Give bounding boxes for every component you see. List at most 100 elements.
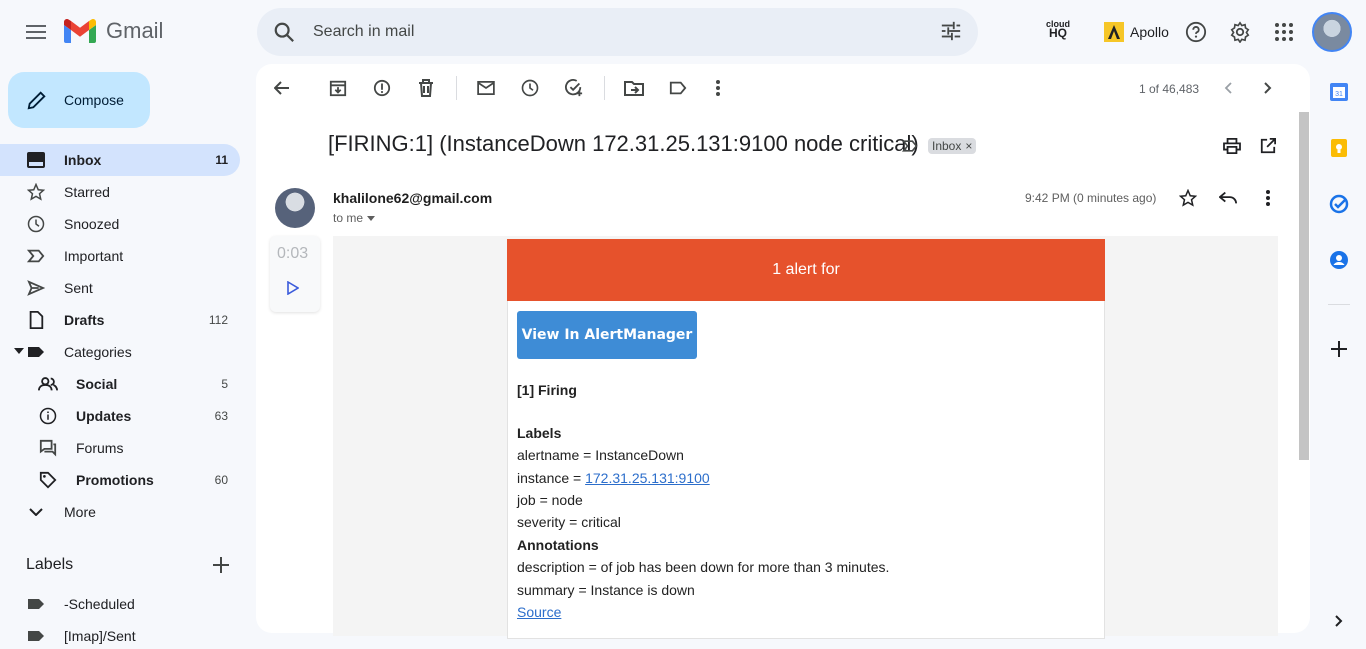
older-button[interactable]	[1258, 78, 1278, 98]
main-menu-button[interactable]	[18, 14, 54, 50]
delete-button[interactable]	[416, 78, 436, 98]
search-icon[interactable]	[273, 21, 295, 43]
severity-line: severity = critical	[517, 514, 621, 530]
sidebar-item-categories[interactable]: Categories	[0, 336, 240, 368]
sidebar-label-text: -Scheduled	[64, 596, 135, 612]
print-icon	[1223, 138, 1241, 154]
tasks-app-button[interactable]	[1326, 191, 1352, 217]
instance-prefix: instance =	[517, 470, 586, 486]
calendar-icon: 31	[1330, 83, 1348, 101]
gmail-logo[interactable]: Gmail	[64, 18, 163, 44]
newer-button[interactable]	[1218, 78, 1238, 98]
add-label-button[interactable]	[212, 556, 230, 574]
important-marker[interactable]	[902, 140, 918, 152]
calendar-app-button[interactable]: 31	[1326, 79, 1352, 105]
hamburger-icon	[26, 25, 46, 39]
get-addons-button[interactable]	[1326, 336, 1352, 362]
sidebar-item-promotions[interactable]: Promotions 60	[0, 464, 240, 496]
sidebar-item-social[interactable]: Social 5	[0, 368, 240, 400]
sidebar-item-label: More	[64, 504, 96, 520]
mark-unread-button[interactable]	[476, 78, 496, 98]
more-actions-button[interactable]	[708, 78, 728, 98]
sidebar-item-updates[interactable]: Updates 63	[0, 400, 240, 432]
sidebar-item-starred[interactable]: Starred	[0, 176, 240, 208]
star-button[interactable]	[1178, 188, 1198, 208]
sidebar-item-sent[interactable]: Sent	[0, 272, 240, 304]
settings-button[interactable]	[1226, 18, 1254, 46]
report-spam-button[interactable]	[372, 78, 392, 98]
instance-link[interactable]: 172.31.25.131:9100	[585, 470, 710, 486]
scrollbar-thumb[interactable]	[1299, 112, 1309, 460]
audio-player[interactable]: 0:03	[270, 236, 320, 312]
print-button[interactable]	[1222, 136, 1242, 156]
compose-label: Compose	[64, 92, 124, 108]
chevron-down-icon	[26, 502, 46, 522]
sidebar-item-label: Inbox	[64, 152, 102, 168]
compose-button[interactable]: Compose	[8, 72, 150, 128]
sidebar-item-label: Drafts	[64, 312, 105, 328]
cloudhq-button[interactable]: cloud HQ	[1046, 20, 1070, 40]
sender-avatar[interactable]	[275, 188, 315, 228]
drafts-count: 112	[208, 313, 228, 327]
apps-button[interactable]	[1270, 18, 1298, 46]
send-icon	[26, 278, 46, 298]
show-side-panel-button[interactable]	[1326, 608, 1352, 634]
add-to-tasks-button[interactable]	[564, 78, 584, 98]
pager-text: 1 of 46,483	[1139, 82, 1200, 96]
remove-label-icon[interactable]: ×	[965, 139, 972, 153]
sidebar-item-important[interactable]: Important	[0, 240, 240, 272]
pencil-icon	[27, 91, 46, 110]
search-bar[interactable]	[257, 8, 978, 56]
inbox-chip-label: Inbox	[932, 139, 962, 153]
help-button[interactable]	[1182, 18, 1210, 46]
sidebar-item-snoozed[interactable]: Snoozed	[0, 208, 240, 240]
star-icon	[1179, 189, 1197, 207]
sidebar-item-label: Starred	[64, 184, 110, 200]
back-button[interactable]	[272, 78, 292, 98]
labels-button[interactable]	[668, 78, 688, 98]
clock-icon	[521, 79, 539, 97]
inbox-label-chip[interactable]: Inbox ×	[928, 138, 977, 154]
sidebar-label-scheduled[interactable]: -Scheduled	[0, 588, 240, 620]
sidebar-item-more[interactable]: More	[0, 496, 240, 528]
sender-email[interactable]: khalilone62@gmail.com	[333, 190, 492, 206]
search-input[interactable]	[313, 23, 893, 41]
description-line: description = of job has been down for m…	[517, 559, 890, 575]
contacts-app-button[interactable]	[1326, 247, 1352, 273]
svg-text:31: 31	[1335, 91, 1343, 98]
apollo-button[interactable]: Apollo	[1104, 22, 1169, 42]
account-avatar[interactable]	[1312, 12, 1352, 52]
reply-button[interactable]	[1218, 188, 1238, 208]
more-vert-icon	[1266, 190, 1270, 206]
sidebar-item-label: Snoozed	[64, 216, 120, 232]
open-new-window-button[interactable]	[1258, 136, 1278, 156]
snooze-button[interactable]	[520, 78, 540, 98]
draft-icon	[26, 310, 46, 330]
updates-count: 63	[214, 409, 228, 423]
apps-grid-icon	[1275, 23, 1293, 41]
instance-line: instance = 172.31.25.131:9100	[517, 470, 710, 486]
important-icon	[26, 246, 46, 266]
caret-down-icon[interactable]	[14, 348, 24, 354]
keep-app-button[interactable]	[1326, 135, 1352, 161]
apollo-icon	[1104, 22, 1124, 42]
sidebar-label-imap-sent[interactable]: [Imap]/Sent	[0, 620, 240, 649]
label-icon	[26, 594, 46, 614]
view-alertmanager-button[interactable]: View In AlertManager	[517, 311, 697, 359]
mail-icon	[477, 81, 495, 95]
toolbar-divider	[604, 76, 605, 100]
sidebar-item-forums[interactable]: Forums	[0, 432, 240, 464]
info-icon	[38, 406, 58, 426]
move-to-button[interactable]	[624, 78, 644, 98]
search-options-icon[interactable]	[940, 20, 962, 42]
sidebar-item-drafts[interactable]: Drafts 112	[0, 304, 240, 336]
archive-button[interactable]	[328, 78, 348, 98]
source-link[interactable]: Source	[517, 604, 561, 620]
email-timestamp: 9:42 PM (0 minutes ago)	[1025, 191, 1157, 205]
recipient-details[interactable]: to me	[333, 211, 376, 225]
message-more-button[interactable]	[1258, 188, 1278, 208]
report-icon	[373, 79, 391, 97]
play-icon[interactable]	[287, 281, 299, 295]
label-icon	[26, 626, 46, 646]
sidebar-item-inbox[interactable]: Inbox 11	[0, 144, 240, 176]
